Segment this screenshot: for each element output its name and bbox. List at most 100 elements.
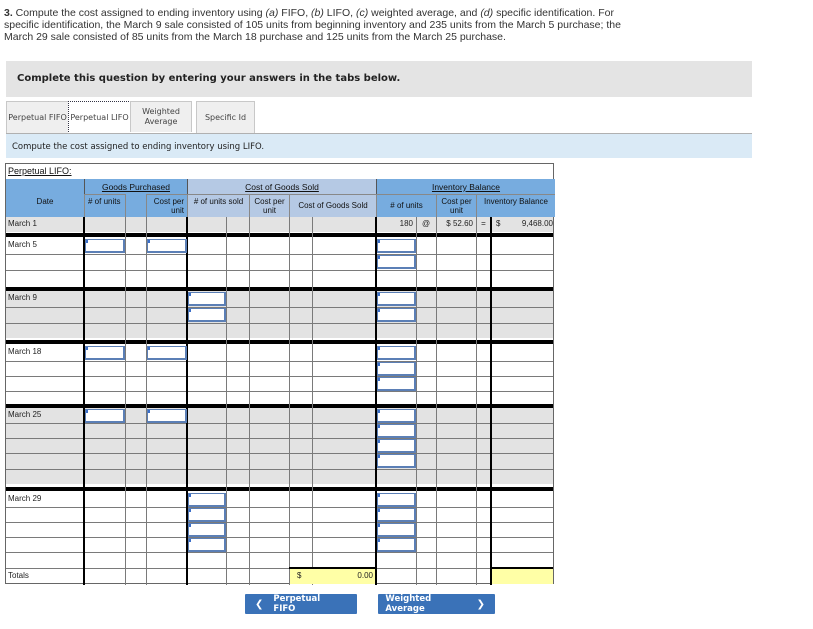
prev-tab-button[interactable]: ❮ Perpetual FIFO <box>245 594 357 614</box>
ib-units-input[interactable] <box>377 424 416 438</box>
cgs-units-input[interactable] <box>188 493 226 507</box>
row-divider <box>6 453 553 454</box>
cgs-units-input[interactable] <box>188 508 226 522</box>
column-divider <box>226 217 227 585</box>
row-group-bg <box>6 291 553 338</box>
question-number: 3. <box>4 7 13 19</box>
section-separator <box>6 340 553 344</box>
ib-units-input[interactable] <box>377 409 416 423</box>
ib-units-input[interactable] <box>377 508 416 522</box>
header-gp-at <box>125 194 146 217</box>
date-label: March 18 <box>8 347 42 356</box>
row-divider <box>6 270 553 271</box>
total-rule <box>491 567 553 569</box>
prompt-banner: Compute the cost assigned to ending inve… <box>6 134 752 158</box>
date-label: March 29 <box>8 494 42 503</box>
group-header-label: Goods Purchased <box>101 182 171 192</box>
cgs-units-input[interactable] <box>188 538 226 552</box>
row-divider <box>6 307 553 308</box>
header-date-label: Date <box>36 197 54 206</box>
group-header-inventory-balance: Inventory Balance <box>376 179 555 194</box>
section-separator <box>6 233 553 237</box>
column-divider <box>312 217 313 585</box>
header-date: Date <box>6 179 84 217</box>
gp-units-input[interactable] <box>85 239 125 253</box>
group-header-cost-of-goods-sold: Cost of Goods Sold <box>187 179 376 194</box>
header-cgs-cost: Cost per unit <box>249 194 289 217</box>
row-divider <box>6 391 553 392</box>
ib-units-input[interactable] <box>377 538 416 552</box>
tab-perpetual-lifo[interactable]: Perpetual LIFO <box>68 101 131 134</box>
ib-units-input[interactable] <box>377 255 416 269</box>
column-header-label: Cost per unit <box>153 197 184 215</box>
header-ib-cost: Cost per unit <box>436 194 476 217</box>
prompt-text: Compute the cost assigned to ending inve… <box>12 142 265 152</box>
beginning-units: 180 <box>399 219 413 228</box>
beginning-cost-per-unit: $ 52.60 <box>446 219 473 228</box>
cgs-units-input[interactable] <box>188 523 226 537</box>
section-separator <box>6 487 553 491</box>
instructions-text: Complete this question by entering your … <box>17 73 401 84</box>
ib-units-input[interactable] <box>377 377 416 391</box>
ib-units-input[interactable] <box>377 454 416 468</box>
column-header-label: Cost per unit <box>254 197 285 215</box>
header-cgs-units: # of units sold <box>187 194 249 217</box>
ib-units-input[interactable] <box>377 493 416 507</box>
group-header-label: Inventory Balance <box>431 182 501 192</box>
column-header-label: Cost of Goods Sold <box>298 201 368 210</box>
cgs-units-input[interactable] <box>188 308 226 322</box>
row-divider <box>6 361 553 362</box>
row-divider <box>6 507 553 508</box>
group-header-goods-purchased: Goods Purchased <box>84 179 187 194</box>
tab-weighted-average[interactable]: Weighted Average <box>130 101 192 132</box>
question-text: 3. Compute the cost assigned to ending i… <box>4 7 621 43</box>
ib-units-input[interactable] <box>377 239 416 253</box>
header-cgs-total: Cost of Goods Sold <box>289 194 376 217</box>
ib-units-input[interactable] <box>377 308 416 322</box>
header-ib-total: Inventory Balance <box>476 194 555 217</box>
column-divider <box>289 217 290 585</box>
next-tab-button[interactable]: Weighted Average ❯ <box>378 594 495 614</box>
column-divider <box>436 217 437 585</box>
date-label: March 25 <box>8 410 42 419</box>
ib-units-input[interactable] <box>377 439 416 453</box>
row-divider <box>6 537 553 538</box>
ib-units-input[interactable] <box>377 523 416 537</box>
section-separator <box>6 404 553 408</box>
gp-cost-input[interactable] <box>147 239 187 253</box>
row-divider <box>6 423 553 424</box>
column-header-label: # of units <box>88 197 121 206</box>
gp-cost-input[interactable] <box>147 346 187 360</box>
column-header-label: Cost per unit <box>441 197 472 215</box>
ib-units-input[interactable] <box>377 362 416 376</box>
totals-cgs-value: 0.00 <box>357 571 373 580</box>
cgs-units-input[interactable] <box>188 292 226 306</box>
gp-units-input[interactable] <box>85 346 125 360</box>
date-label: March 5 <box>8 240 37 249</box>
gp-units-input[interactable] <box>85 409 125 423</box>
column-divider <box>416 217 417 585</box>
tab-specific-id[interactable]: Specific Id <box>196 101 255 133</box>
table-title: Perpetual LIFO: <box>8 166 72 176</box>
ib-units-input[interactable] <box>377 292 416 306</box>
row-divider <box>6 552 553 553</box>
chevron-left-icon: ❮ <box>255 598 264 610</box>
total-rule <box>289 567 376 569</box>
beginning-inventory-balance: 9,468.00 <box>521 219 553 228</box>
column-divider <box>146 217 147 585</box>
header-ib-units: # of units <box>376 194 436 217</box>
column-divider <box>490 217 492 585</box>
row-divider <box>6 376 553 377</box>
header-gp-units: # of units <box>84 194 125 217</box>
chevron-right-icon: ❯ <box>476 598 485 610</box>
instructions-banner: Complete this question by entering your … <box>6 61 752 97</box>
tab-perpetual-fifo[interactable]: Perpetual FIFO <box>6 101 69 133</box>
row-divider <box>6 522 553 523</box>
gp-cost-input[interactable] <box>147 409 187 423</box>
ib-units-input[interactable] <box>377 346 416 360</box>
group-header-label: Cost of Goods Sold <box>245 182 319 192</box>
row-divider <box>6 323 553 324</box>
column-divider <box>125 217 126 585</box>
at-sign: @ <box>421 219 431 228</box>
column-divider <box>476 217 477 585</box>
